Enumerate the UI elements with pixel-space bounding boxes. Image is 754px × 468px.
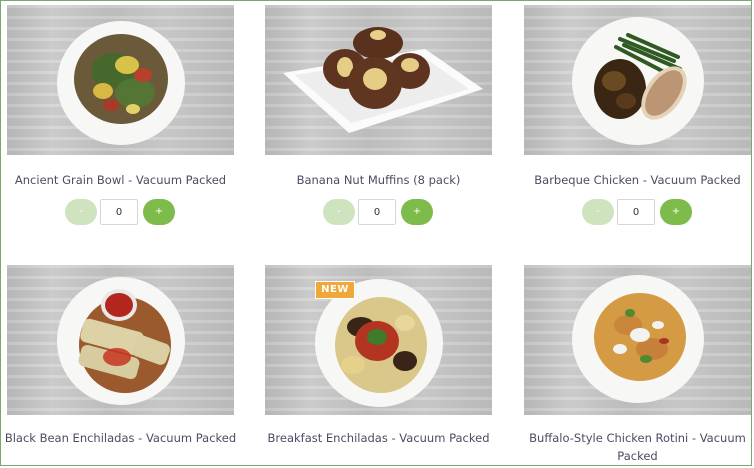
quantity-stepper: - + xyxy=(65,199,175,225)
banana-nut-muffins-photo xyxy=(283,27,483,133)
product-image-ancient-grain-bowl[interactable] xyxy=(7,5,234,155)
black-bean-enchiladas-photo xyxy=(57,277,185,405)
quantity-stepper: - + xyxy=(323,199,433,225)
product-image-barbeque-chicken[interactable] xyxy=(524,5,751,155)
product-name[interactable]: Ancient Grain Bowl - Vacuum Packed xyxy=(0,171,242,189)
product-image-breakfast-enchiladas[interactable]: NEW xyxy=(265,265,492,415)
increase-quantity-button[interactable]: + xyxy=(401,199,433,225)
barbeque-chicken-photo xyxy=(572,17,704,145)
quantity-input[interactable] xyxy=(358,199,396,225)
ancient-grain-bowl-photo xyxy=(57,21,185,145)
product-grid: Ancient Grain Bowl - Vacuum Packed - + B… xyxy=(0,0,752,466)
quantity-input[interactable] xyxy=(100,199,138,225)
product-name[interactable]: Breakfast Enchiladas - Vacuum Packed xyxy=(257,429,500,447)
decrease-quantity-button[interactable]: - xyxy=(323,199,355,225)
product-image-banana-nut-muffins[interactable] xyxy=(265,5,492,155)
decrease-quantity-button[interactable]: - xyxy=(582,199,614,225)
increase-quantity-button[interactable]: + xyxy=(660,199,692,225)
product-name[interactable]: Buffalo-Style Chicken Rotini - Vacuum Pa… xyxy=(516,429,754,465)
product-name[interactable]: Barbeque Chicken - Vacuum Packed xyxy=(516,171,754,189)
quantity-input[interactable] xyxy=(617,199,655,225)
breakfast-enchiladas-photo xyxy=(315,279,443,407)
product-image-buffalo-style-chicken-rotini[interactable] xyxy=(524,265,751,415)
increase-quantity-button[interactable]: + xyxy=(143,199,175,225)
buffalo-chicken-rotini-photo xyxy=(572,275,704,403)
product-name[interactable]: Black Bean Enchiladas - Vacuum Packed xyxy=(0,429,242,447)
product-name[interactable]: Banana Nut Muffins (8 pack) xyxy=(257,171,500,189)
decrease-quantity-button[interactable]: - xyxy=(65,199,97,225)
new-badge: NEW xyxy=(315,281,355,299)
product-image-black-bean-enchiladas[interactable] xyxy=(7,265,234,415)
quantity-stepper: - + xyxy=(582,199,692,225)
